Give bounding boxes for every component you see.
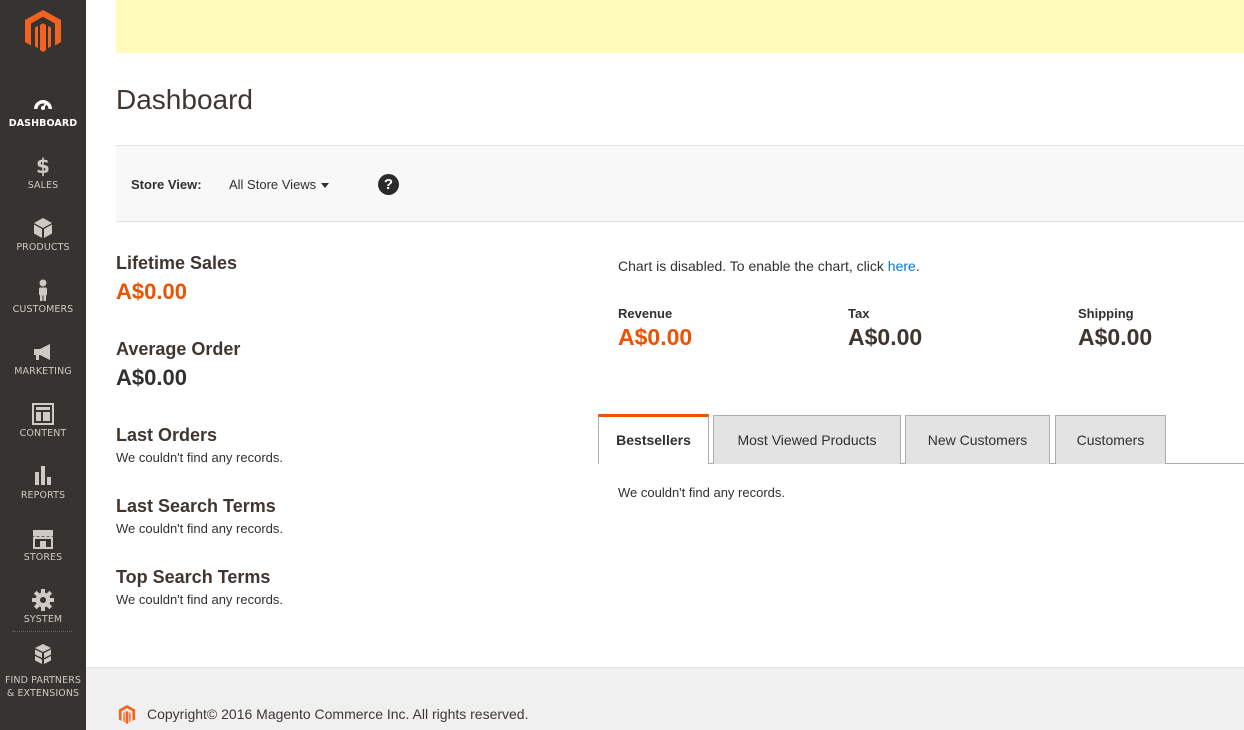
svg-text:$: $ bbox=[36, 154, 50, 178]
last-search-terms-title: Last Search Terms bbox=[116, 496, 276, 516]
last-orders-title: Last Orders bbox=[116, 425, 218, 445]
average-order-block: Average Order A$0.00 bbox=[116, 339, 240, 391]
nav-content-label: CONTENT bbox=[19, 428, 67, 439]
person-icon bbox=[39, 279, 47, 301]
tab-customers[interactable]: Customers bbox=[1055, 415, 1166, 464]
tab-new-customers[interactable]: New Customers bbox=[905, 415, 1050, 464]
magento-logo-icon[interactable] bbox=[23, 8, 63, 54]
nav-sales[interactable]: $ SALES bbox=[0, 150, 86, 212]
nav-products-label: PRODUCTS bbox=[16, 242, 70, 253]
page-title: Dashboard bbox=[116, 84, 253, 115]
total-tax-label: Tax bbox=[848, 306, 870, 321]
lifetime-sales-value: A$0.00 bbox=[116, 279, 187, 304]
top-search-terms-block: Top Search Terms We couldn't find any re… bbox=[116, 567, 283, 607]
average-order-value: A$0.00 bbox=[116, 365, 187, 390]
chart-message-period: . bbox=[915, 258, 920, 274]
last-search-terms-empty: We couldn't find any records. bbox=[116, 521, 283, 536]
gear-icon bbox=[32, 589, 54, 611]
top-search-terms-empty: We couldn't find any records. bbox=[116, 592, 283, 607]
copyright-text: Copyright© 2016 Magento Commerce Inc. Al… bbox=[147, 706, 529, 722]
store-view-dropdown[interactable]: All Store Views bbox=[229, 177, 316, 192]
page-footer: Copyright© 2016 Magento Commerce Inc. Al… bbox=[86, 667, 1244, 730]
nav-dashboard-label: DASHBOARD bbox=[8, 118, 78, 129]
top-search-terms-title: Top Search Terms bbox=[116, 567, 271, 587]
magento-logo-icon bbox=[118, 705, 136, 724]
store-icon bbox=[33, 530, 53, 549]
help-icon[interactable]: ? bbox=[378, 174, 399, 195]
dashboard-icon bbox=[34, 100, 52, 110]
chart-disabled-message: Chart is disabled. To enable the chart, … bbox=[618, 258, 920, 274]
total-revenue-value: A$0.00 bbox=[618, 324, 693, 350]
nav-reports-label: REPORTS bbox=[20, 490, 66, 501]
total-shipping-label: Shipping bbox=[1078, 306, 1134, 321]
box-icon bbox=[34, 218, 52, 238]
nav-products[interactable]: PRODUCTS bbox=[0, 212, 86, 274]
last-orders-empty: We couldn't find any records. bbox=[116, 450, 283, 465]
total-tax: Tax A$0.00 bbox=[848, 306, 922, 351]
total-tax-value: A$0.00 bbox=[848, 324, 923, 350]
average-order-title: Average Order bbox=[116, 339, 241, 359]
nav-stores-label: STORES bbox=[23, 552, 63, 563]
sidebar-divider bbox=[12, 631, 72, 632]
chevron-down-icon[interactable] bbox=[321, 183, 329, 188]
nav-dashboard[interactable]: DASHBOARD bbox=[0, 88, 86, 150]
store-view-label: Store View: bbox=[131, 177, 202, 192]
tab-bestsellers[interactable]: Bestsellers bbox=[598, 414, 709, 464]
store-view-bar: Store View: All Store Views ? bbox=[116, 145, 1244, 222]
nav-content[interactable]: CONTENT bbox=[0, 398, 86, 460]
tab-content-empty: We couldn't find any records. bbox=[618, 485, 785, 500]
megaphone-icon bbox=[34, 344, 50, 360]
cubes-icon bbox=[35, 644, 51, 664]
last-search-terms-block: Last Search Terms We couldn't find any r… bbox=[116, 496, 283, 536]
nav-system-label: SYSTEM bbox=[23, 614, 63, 625]
nav-system[interactable]: SYSTEM bbox=[0, 584, 86, 646]
nav-reports[interactable]: REPORTS bbox=[0, 460, 86, 522]
total-shipping: Shipping A$0.00 bbox=[1078, 306, 1152, 351]
enable-chart-link[interactable]: here bbox=[888, 258, 916, 274]
lifetime-sales-title: Lifetime Sales bbox=[116, 253, 238, 273]
nav-find-partners-label: FIND PARTNERS & EXTENSIONS bbox=[0, 674, 86, 700]
nav-find-partners-line1: FIND PARTNERS bbox=[4, 675, 82, 686]
lifetime-sales-block: Lifetime Sales A$0.00 bbox=[116, 253, 237, 305]
last-orders-block: Last Orders We couldn't find any records… bbox=[116, 425, 283, 465]
nav-customers-label: CUSTOMERS bbox=[12, 304, 74, 315]
nav-find-partners[interactable]: FIND PARTNERS & EXTENSIONS bbox=[0, 638, 86, 700]
system-notice-bar bbox=[116, 0, 1244, 53]
dollar-icon: $ bbox=[36, 154, 50, 178]
bar-chart-icon bbox=[35, 466, 51, 485]
nav-customers[interactable]: CUSTOMERS bbox=[0, 274, 86, 336]
layout-icon bbox=[32, 403, 54, 425]
chart-message-text: Chart is disabled. To enable the chart, … bbox=[618, 258, 888, 274]
nav-sales-label: SALES bbox=[27, 180, 59, 191]
admin-sidebar: DASHBOARD $ SALES PRODUCTS CUSTOMERS MAR… bbox=[0, 0, 86, 730]
total-revenue-label: Revenue bbox=[618, 306, 673, 321]
nav-marketing-label: MARKETING bbox=[14, 366, 72, 377]
total-shipping-value: A$0.00 bbox=[1078, 324, 1153, 350]
nav-marketing[interactable]: MARKETING bbox=[0, 336, 86, 398]
nav-stores[interactable]: STORES bbox=[0, 522, 86, 584]
total-revenue: Revenue A$0.00 bbox=[618, 306, 692, 351]
tab-most-viewed-products[interactable]: Most Viewed Products bbox=[713, 415, 901, 464]
nav-find-partners-line2: & EXTENSIONS bbox=[6, 688, 80, 699]
